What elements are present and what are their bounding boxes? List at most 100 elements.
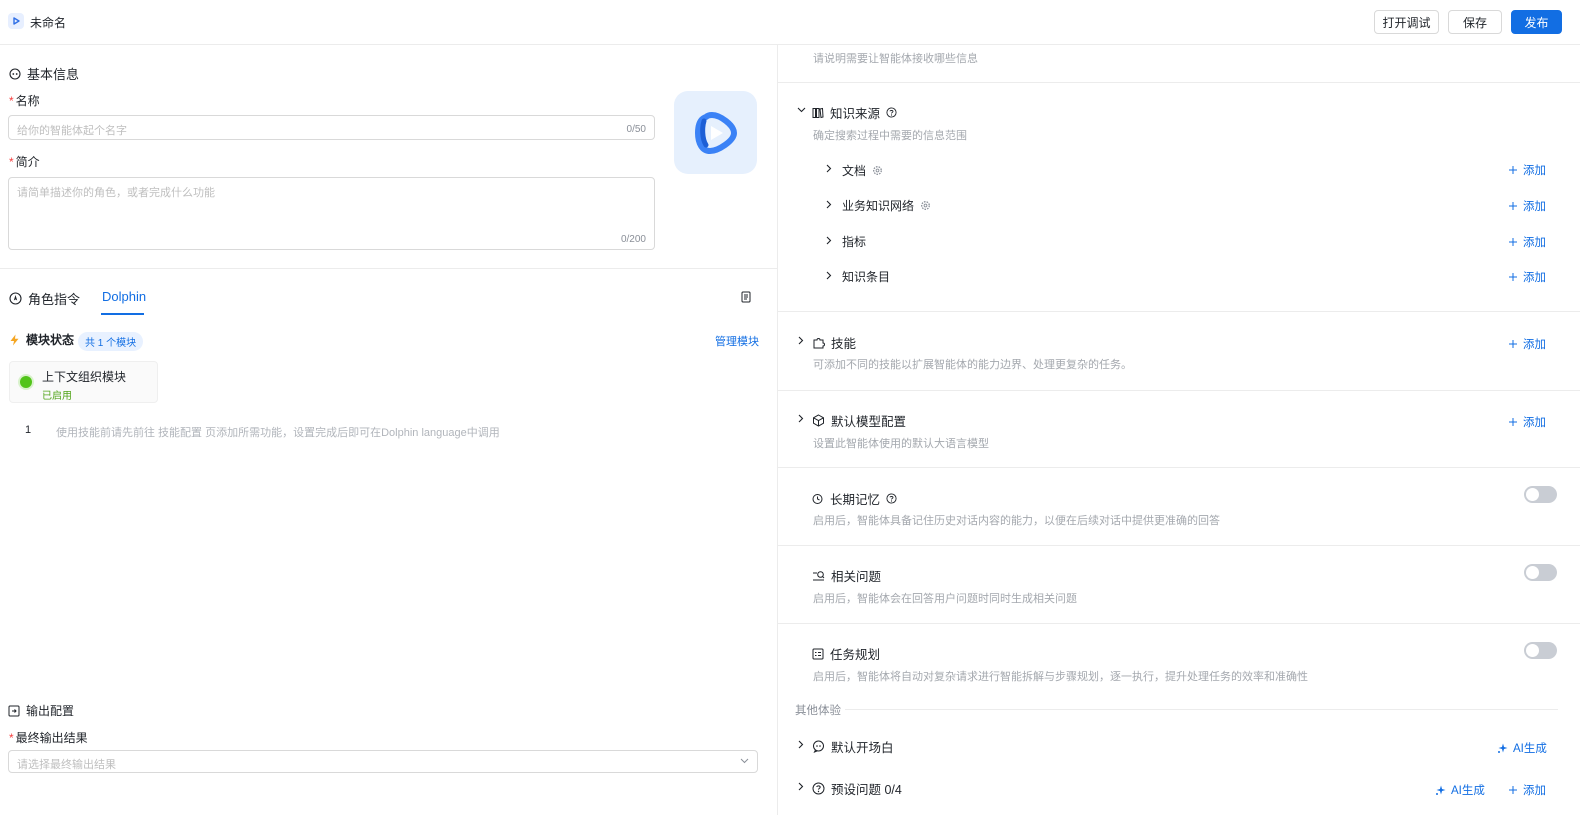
tab-dolphin-label: Dolphin — [102, 289, 147, 304]
intro-label-text: 简介 — [15, 155, 40, 169]
module-status-text: 已启用 — [42, 391, 72, 402]
plus-icon — [1508, 272, 1518, 282]
chevron-right-icon[interactable] — [796, 781, 806, 791]
add-docs-button[interactable]: 添加 — [1508, 162, 1546, 178]
chevron-right-icon[interactable] — [796, 335, 806, 345]
add-label: 添加 — [1523, 417, 1546, 429]
opening-title-text: 默认开场白 — [831, 741, 894, 755]
name-placeholder: 给你的智能体起个名字 — [17, 125, 127, 137]
question-circle-icon — [812, 782, 825, 795]
help-circle-icon[interactable] — [886, 107, 897, 118]
tab-dolphin[interactable]: Dolphin — [102, 289, 146, 304]
memory-icon — [812, 493, 824, 505]
knowledge-source-title-text: 知识来源 — [830, 107, 881, 121]
chevron-right-icon[interactable] — [824, 270, 834, 280]
skills-title-text: 技能 — [831, 337, 857, 351]
add-label: 添加 — [1523, 272, 1546, 284]
plus-icon — [1508, 237, 1518, 247]
long-memory-toggle[interactable] — [1524, 486, 1557, 503]
agent-avatar[interactable] — [674, 91, 757, 174]
task-planning-toggle[interactable] — [1524, 642, 1557, 659]
tab-role-instruction-label: 角色指令 — [28, 292, 81, 307]
gear-icon[interactable] — [872, 165, 883, 176]
intro-placeholder: 请简单描述你的角色，或者完成什么功能 — [17, 187, 215, 199]
task-planning-title-text: 任务规划 — [830, 648, 881, 662]
document-icon[interactable] — [740, 291, 752, 303]
chevron-down-icon[interactable] — [796, 105, 806, 115]
divider — [778, 467, 1580, 468]
save-button[interactable]: 保存 — [1448, 10, 1502, 34]
puzzle-icon — [812, 336, 825, 349]
plus-icon — [1508, 785, 1518, 795]
chevron-right-icon[interactable] — [796, 413, 806, 423]
chevron-right-icon[interactable] — [824, 199, 834, 209]
related-questions-title: 相关问题 — [812, 566, 881, 585]
final-output-select[interactable]: 请选择最终输出结果 — [8, 750, 758, 773]
output-config-title: 输出配置 — [8, 702, 74, 719]
knowledge-item-label: 文档 — [842, 164, 867, 178]
open-debug-button[interactable]: 打开调试 — [1374, 10, 1439, 34]
add-model-button[interactable]: 添加 — [1508, 414, 1546, 430]
ai-generate-preset-button[interactable]: AI生成 — [1435, 782, 1485, 798]
module-count-badge: 共 1 个模块 — [78, 332, 144, 351]
add-skill-button[interactable]: 添加 — [1508, 336, 1546, 352]
sparkle-icon — [1435, 785, 1446, 796]
play-logo-icon — [694, 111, 737, 154]
skills-title: 技能 — [812, 333, 856, 352]
divider — [778, 545, 1580, 546]
knowledge-item-label: 知识条目 — [842, 270, 891, 284]
help-circle-icon[interactable] — [886, 493, 897, 504]
divider — [778, 623, 1580, 624]
name-input[interactable]: 给你的智能体起个名字 0/50 — [8, 115, 655, 140]
ai-generate-opening-button[interactable]: AI生成 — [1497, 740, 1547, 756]
long-memory-title: 长期记忆 — [812, 489, 897, 508]
ai-generate-label: AI生成 — [1451, 785, 1485, 797]
related-questions-title-text: 相关问题 — [831, 570, 882, 584]
default-model-desc: 设置此智能体使用的默认大语言模型 — [813, 438, 989, 450]
chevron-right-icon[interactable] — [824, 163, 834, 173]
chevron-right-icon[interactable] — [824, 235, 834, 245]
knowledge-item-business-network[interactable]: 业务知识网络 — [842, 197, 931, 214]
intro-textarea[interactable]: 请简单描述你的角色，或者完成什么功能 0/200 — [8, 177, 655, 250]
final-output-placeholder: 请选择最终输出结果 — [17, 759, 116, 771]
plus-icon — [1508, 201, 1518, 211]
basic-info-title: 基本信息 — [9, 64, 79, 83]
knowledge-item-metrics[interactable]: 指标 — [842, 233, 866, 250]
add-label: 添加 — [1523, 785, 1546, 797]
code-editor-line[interactable]: 使用技能前请先前往 技能配置 页添加所需功能，设置完成后即可在Dolphin l… — [56, 424, 500, 440]
knowledge-item-label: 业务知识网络 — [842, 199, 915, 213]
task-planning-title: 任务规划 — [812, 644, 880, 663]
add-metrics-button[interactable]: 添加 — [1508, 234, 1546, 250]
name-label: * 名称 — [9, 92, 40, 109]
chevron-right-icon[interactable] — [796, 739, 806, 749]
checklist-icon — [812, 648, 824, 660]
plus-icon — [1508, 339, 1518, 349]
plus-icon — [1508, 165, 1518, 175]
module-card[interactable]: 上下文组织模块 已启用 — [9, 361, 158, 403]
add-entries-button[interactable]: 添加 — [1508, 269, 1546, 285]
sparkle-icon — [1497, 743, 1508, 754]
add-business-network-button[interactable]: 添加 — [1508, 198, 1546, 214]
lightning-icon — [9, 334, 20, 346]
required-mark: * — [9, 731, 14, 745]
output-config-title-text: 输出配置 — [26, 704, 75, 718]
related-questions-toggle[interactable] — [1524, 564, 1557, 581]
name-label-text: 名称 — [15, 94, 40, 108]
module-status-title-text: 模块状态 — [26, 333, 75, 347]
gear-icon[interactable] — [920, 200, 931, 211]
right-panel: 请说明需要让智能体接收哪些信息 知识来源 确定搜索过程中需要的信息范围 文档 添… — [778, 45, 1580, 815]
active-tab-indicator — [101, 313, 144, 315]
opening-title: 默认开场白 — [812, 737, 894, 756]
divider — [778, 82, 1580, 83]
default-model-title-text: 默认模型配置 — [831, 415, 907, 429]
agent-title[interactable]: 未命名 — [30, 14, 66, 31]
robot-icon — [9, 67, 21, 80]
manage-modules-link[interactable]: 管理模块 — [715, 333, 759, 349]
knowledge-item-docs[interactable]: 文档 — [842, 162, 883, 179]
knowledge-item-entries[interactable]: 知识条目 — [842, 268, 890, 285]
publish-button[interactable]: 发布 — [1511, 10, 1562, 34]
related-questions-desc: 启用后，智能体会在回答用户问题时同时生成相关问题 — [813, 593, 1077, 605]
app-logo-icon — [8, 13, 24, 29]
tab-role-instruction[interactable]: 角色指令 — [9, 289, 80, 308]
add-preset-question-button[interactable]: 添加 — [1508, 782, 1546, 798]
